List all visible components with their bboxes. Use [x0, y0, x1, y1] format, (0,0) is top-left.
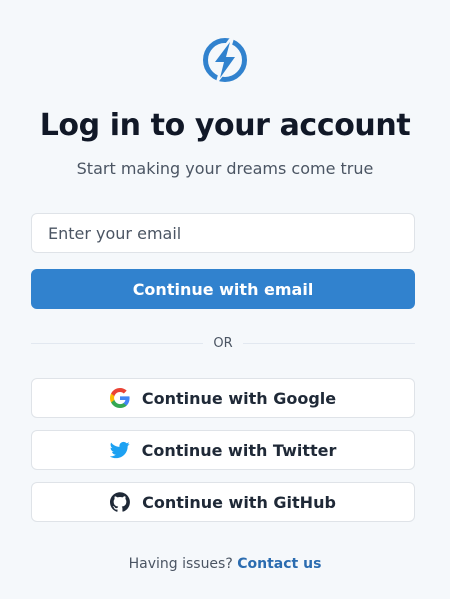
- divider-line-left: [31, 342, 204, 344]
- email-field[interactable]: [31, 213, 415, 253]
- continue-with-twitter-button[interactable]: Continue with Twitter: [31, 430, 415, 470]
- google-button-label: Continue with Google: [141, 388, 337, 408]
- divider-label: OR: [213, 335, 233, 351]
- twitter-icon: [109, 440, 130, 460]
- github-icon: [110, 492, 130, 512]
- page-title: Log in to your account: [39, 108, 411, 143]
- continue-with-github-button[interactable]: Continue with GitHub: [31, 482, 415, 522]
- continue-with-email-button[interactable]: Continue with email: [31, 269, 415, 309]
- contact-us-link[interactable]: Contact us: [237, 556, 321, 572]
- or-divider: OR: [31, 334, 416, 352]
- continue-with-google-button[interactable]: Continue with Google: [31, 378, 415, 418]
- twitter-button-label: Continue with Twitter: [141, 440, 337, 460]
- lightning-bolt-icon: [201, 36, 249, 84]
- divider-line-right: [242, 342, 416, 344]
- google-icon: [109, 388, 130, 408]
- help-text: Having issues?: [128, 556, 233, 572]
- login-page: Log in to your account Start making your…: [0, 0, 450, 599]
- help-footer: Having issues? Contact us: [0, 556, 450, 572]
- github-button-label: Continue with GitHub: [142, 492, 336, 512]
- page-subtitle: Start making your dreams come true: [76, 159, 374, 178]
